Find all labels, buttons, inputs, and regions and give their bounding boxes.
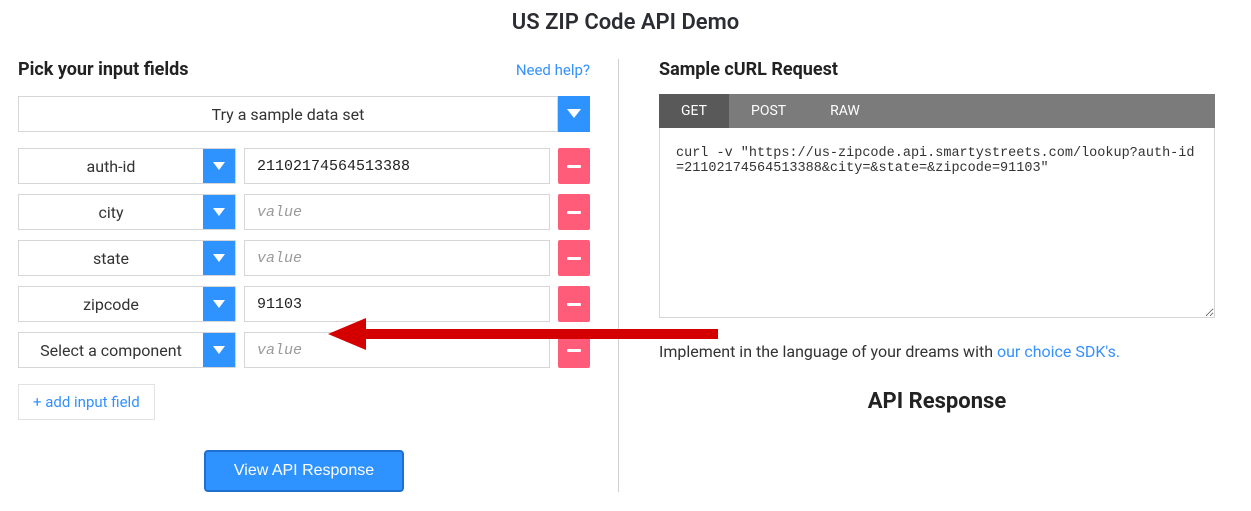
tab-raw[interactable]: RAW (808, 94, 882, 128)
add-input-field-button[interactable]: + add input field (18, 384, 155, 420)
implement-text: Implement in the language of your dreams… (659, 342, 1215, 361)
remove-field-button[interactable] (558, 148, 590, 184)
right-pane: Sample cURL Request GET POST RAW curl -v… (618, 59, 1233, 492)
field-row: Select a component (18, 332, 590, 368)
field-value-city[interactable] (244, 194, 550, 230)
field-dropdown-icon[interactable] (203, 287, 235, 321)
field-name-city[interactable]: city (19, 195, 203, 229)
field-name-select-component[interactable]: Select a component (19, 333, 203, 367)
right-heading: Sample cURL Request (659, 59, 838, 80)
left-pane: Pick your input fields Need help? Try a … (18, 59, 618, 492)
field-row: city (18, 194, 590, 230)
help-link[interactable]: Need help? (516, 61, 590, 79)
sample-dataset-dropdown-icon[interactable] (558, 96, 590, 132)
field-dropdown-icon[interactable] (203, 333, 235, 367)
field-row: zipcode (18, 286, 590, 322)
field-row: auth-id (18, 148, 590, 184)
tab-post[interactable]: POST (729, 94, 808, 128)
sample-dataset-select[interactable]: Try a sample data set (18, 96, 558, 132)
view-api-response-button[interactable]: View API Response (204, 450, 404, 492)
field-dropdown-icon[interactable] (203, 149, 235, 183)
minus-icon (567, 303, 581, 306)
field-name-auth-id[interactable]: auth-id (19, 149, 203, 183)
remove-field-button[interactable] (558, 332, 590, 368)
minus-icon (567, 211, 581, 214)
field-value-select-component[interactable] (244, 332, 550, 368)
field-value-state[interactable] (244, 240, 550, 276)
field-value-zipcode[interactable] (244, 286, 550, 322)
field-row: state (18, 240, 590, 276)
api-response-heading: API Response (659, 389, 1215, 414)
field-name-zipcode[interactable]: zipcode (19, 287, 203, 321)
left-heading: Pick your input fields (18, 59, 189, 80)
field-name-state[interactable]: state (19, 241, 203, 275)
remove-field-button[interactable] (558, 286, 590, 322)
minus-icon (567, 349, 581, 352)
page-title: US ZIP Code API Demo (0, 0, 1251, 59)
tab-get[interactable]: GET (659, 94, 729, 128)
field-value-auth-id[interactable] (244, 148, 550, 184)
field-dropdown-icon[interactable] (203, 195, 235, 229)
minus-icon (567, 257, 581, 260)
curl-request-box[interactable]: curl -v "https://us-zipcode.api.smartyst… (659, 128, 1215, 318)
implement-prefix: Implement in the language of your dreams… (659, 342, 997, 361)
minus-icon (567, 165, 581, 168)
field-dropdown-icon[interactable] (203, 241, 235, 275)
remove-field-button[interactable] (558, 240, 590, 276)
sdk-link[interactable]: our choice SDK's. (997, 342, 1120, 361)
remove-field-button[interactable] (558, 194, 590, 230)
request-tabs: GET POST RAW (659, 94, 1215, 128)
